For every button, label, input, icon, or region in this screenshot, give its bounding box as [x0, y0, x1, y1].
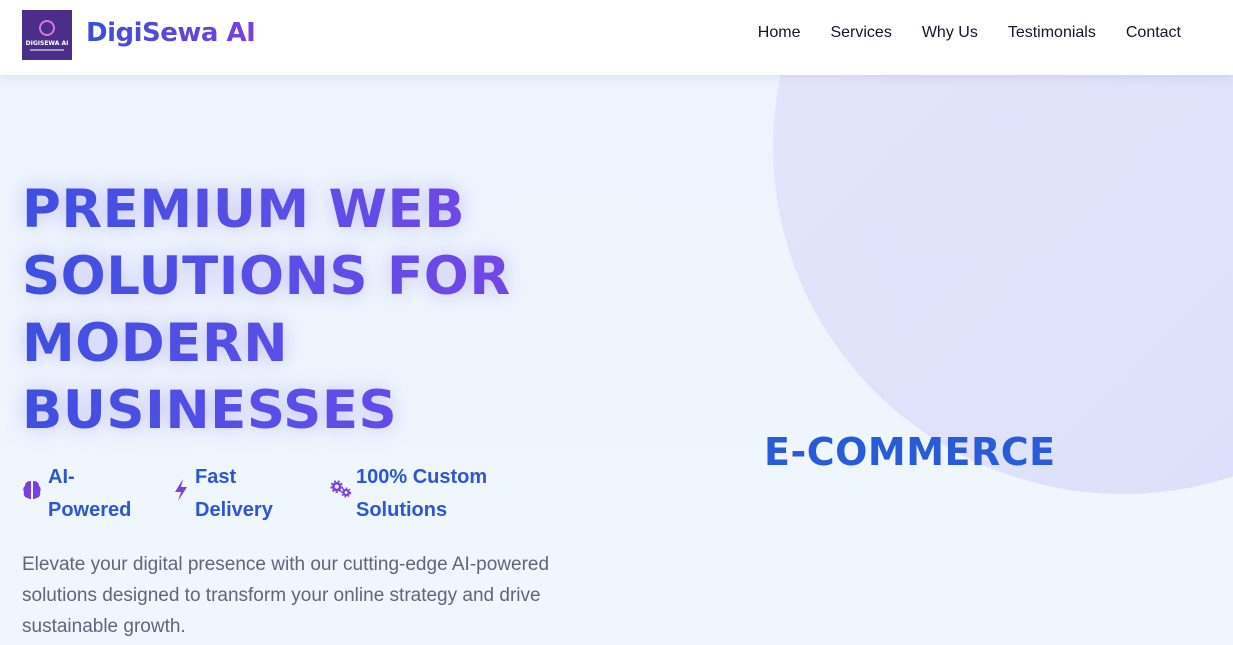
feature-custom-solutions: 100% Custom Solutions	[330, 461, 516, 527]
feature-label: 100% Custom Solutions	[356, 466, 488, 521]
main-nav: Home Services Why Us Testimonials Contac…	[728, 24, 1181, 42]
rotating-service-word: E-COMMERCE	[764, 430, 1056, 474]
brand-name[interactable]: DigiSewa AI	[86, 18, 256, 48]
brain-icon	[22, 475, 44, 505]
feature-label: AI-Powered	[48, 466, 132, 521]
bolt-icon	[172, 475, 194, 505]
logo-text: DIGISEWA AI	[25, 39, 69, 47]
gears-icon	[330, 475, 352, 505]
hero-description: Elevate your digital presence with our c…	[22, 554, 550, 637]
logo[interactable]: DIGISEWA AI	[22, 10, 72, 60]
feature-label: Fast Delivery	[195, 466, 273, 521]
nav-why-us[interactable]: Why Us	[922, 24, 978, 42]
nav-testimonials[interactable]: Testimonials	[1008, 24, 1096, 42]
page: DIGISEWA AI DigiSewa AI Home Services Wh…	[0, 0, 1233, 645]
logo-underline	[30, 48, 64, 51]
hero-title: PREMIUM WEB SOLUTIONS FOR MODERN BUSINES…	[22, 176, 582, 444]
nav-home[interactable]: Home	[758, 24, 801, 42]
nav-contact[interactable]: Contact	[1126, 24, 1181, 42]
feature-ai-powered: AI-Powered	[22, 461, 148, 527]
site-header: DIGISEWA AI DigiSewa AI Home Services Wh…	[0, 0, 1233, 75]
feature-fast-delivery: Fast Delivery	[172, 461, 295, 527]
nav-services[interactable]: Services	[830, 24, 891, 42]
logo-mark-icon	[39, 19, 55, 36]
